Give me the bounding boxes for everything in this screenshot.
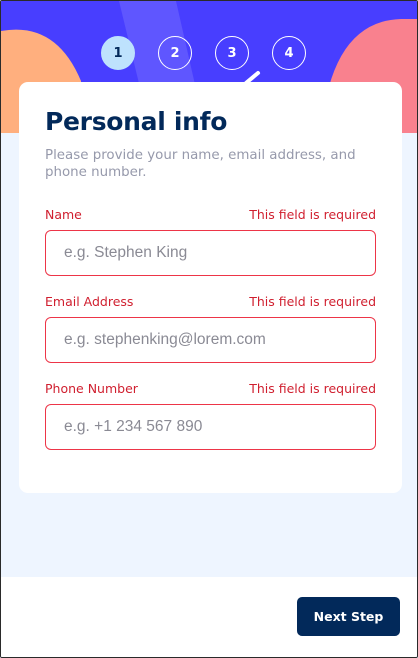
name-field-group: Name This field is required [45,207,376,276]
name-error-message: This field is required [249,207,376,222]
name-input[interactable] [45,230,376,276]
next-step-button[interactable]: Next Step [297,597,400,636]
page-subtitle: Please provide your name, email address,… [45,148,356,180]
app-frame: 1 2 3 4 Personal info Please provide you… [0,0,418,658]
page-title: Personal info [45,107,228,136]
name-field-header: Name This field is required [45,207,376,224]
phone-error-message: This field is required [249,381,376,396]
email-field-header: Email Address This field is required [45,294,376,311]
email-field-group: Email Address This field is required [45,294,376,363]
email-error-message: This field is required [249,294,376,309]
name-label: Name [45,207,82,222]
step-1-indicator[interactable]: 1 [101,36,135,70]
step-2-indicator[interactable]: 2 [158,36,192,70]
footer-bar: Next Step [1,577,417,657]
phone-field-group: Phone Number This field is required [45,381,376,450]
step-indicator: 1 2 3 4 [101,36,306,70]
step-3-indicator[interactable]: 3 [215,36,249,70]
form-card: Personal info Please provide your name, … [19,82,402,493]
email-label: Email Address [45,294,134,309]
phone-label: Phone Number [45,381,138,396]
phone-input[interactable] [45,404,376,450]
step-4-indicator[interactable]: 4 [272,36,306,70]
email-input[interactable] [45,317,376,363]
phone-field-header: Phone Number This field is required [45,381,376,398]
